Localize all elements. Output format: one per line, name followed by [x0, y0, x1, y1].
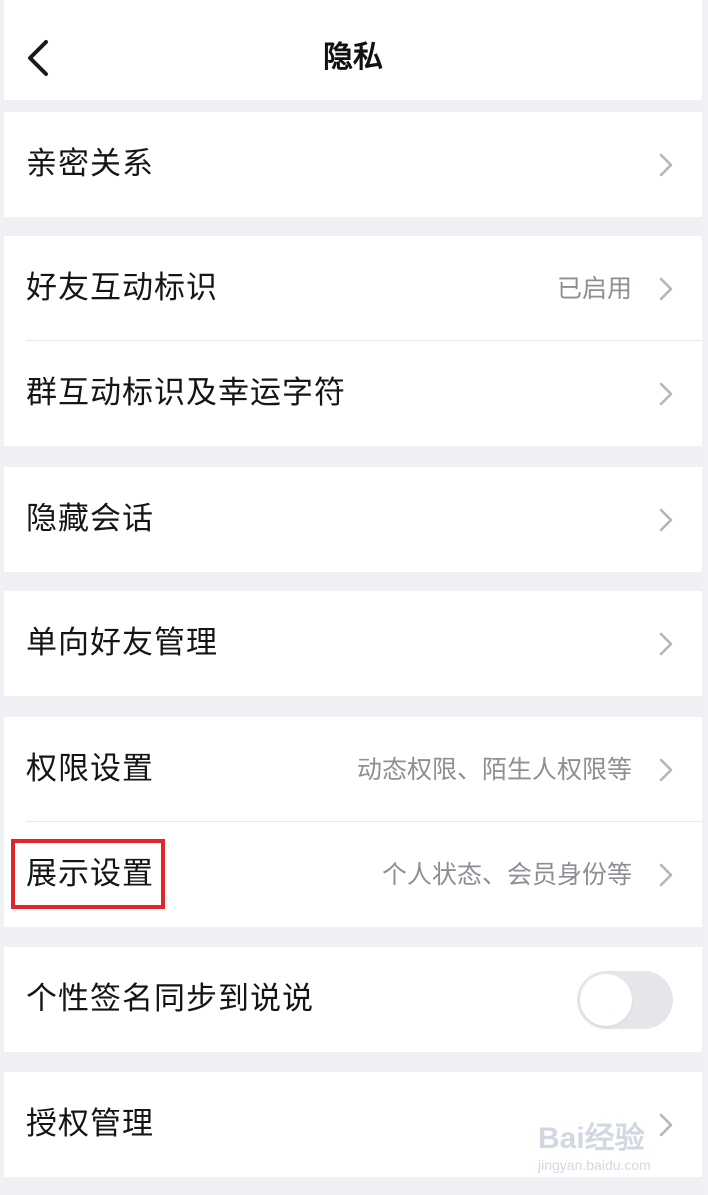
group-one-way-friends: 单向好友管理	[4, 591, 702, 696]
group-interaction-marks: 好友互动标识 已启用 群互动标识及幸运字符	[4, 236, 702, 446]
watermark-url: jingyan.baidu.com	[538, 1157, 651, 1173]
chevron-right-icon	[659, 508, 673, 532]
watermark-brand: Bai经验	[538, 1122, 645, 1155]
row-one-way-friends[interactable]: 单向好友管理	[4, 591, 702, 696]
page-title: 隐私	[323, 40, 383, 75]
row-label: 权限设置	[26, 751, 154, 787]
group-intimate: 亲密关系	[4, 112, 702, 217]
signature-sync-toggle[interactable]	[577, 971, 673, 1029]
row-label: 授权管理	[26, 1106, 154, 1142]
row-signature-sync: 个性签名同步到说说	[4, 947, 702, 1052]
chevron-right-icon	[659, 758, 673, 782]
chevron-right-icon	[659, 863, 673, 887]
row-label: 群互动标识及幸运字符	[26, 375, 346, 411]
row-value: 动态权限、陌生人权限等	[356, 755, 632, 784]
privacy-settings-page: 隐私 亲密关系 好友互动标识 已启用 群互动标识及幸运字符 隐藏会话 单向好友管…	[4, 0, 702, 1195]
row-label: 隐藏会话	[26, 501, 154, 537]
row-label: 单向好友管理	[26, 625, 218, 661]
chevron-right-icon	[659, 632, 673, 656]
row-hidden-chats[interactable]: 隐藏会话	[4, 467, 702, 572]
row-group-interaction-mark[interactable]: 群互动标识及幸运字符	[4, 341, 702, 446]
group-signature-sync: 个性签名同步到说说	[4, 947, 702, 1052]
row-value: 已启用	[556, 274, 632, 303]
row-label: 亲密关系	[26, 146, 154, 182]
row-permission-settings[interactable]: 权限设置 动态权限、陌生人权限等	[4, 717, 702, 822]
row-value: 个人状态、会员身份等	[381, 860, 632, 889]
chevron-right-icon	[659, 153, 673, 177]
baidu-watermark: Bai经验 jingyan.baidu.com	[538, 1113, 670, 1179]
row-intimate-relationship[interactable]: 亲密关系	[4, 112, 702, 217]
row-label: 个性签名同步到说说	[26, 981, 314, 1017]
toggle-knob	[580, 974, 632, 1026]
chevron-right-icon	[659, 382, 673, 406]
row-label: 好友互动标识	[26, 270, 218, 306]
chevron-right-icon	[659, 277, 673, 301]
group-hidden-chats: 隐藏会话	[4, 467, 702, 572]
highlight-annotation	[11, 839, 165, 909]
row-friend-interaction-mark[interactable]: 好友互动标识 已启用	[4, 236, 702, 341]
nav-bar: 隐私	[4, 0, 702, 100]
